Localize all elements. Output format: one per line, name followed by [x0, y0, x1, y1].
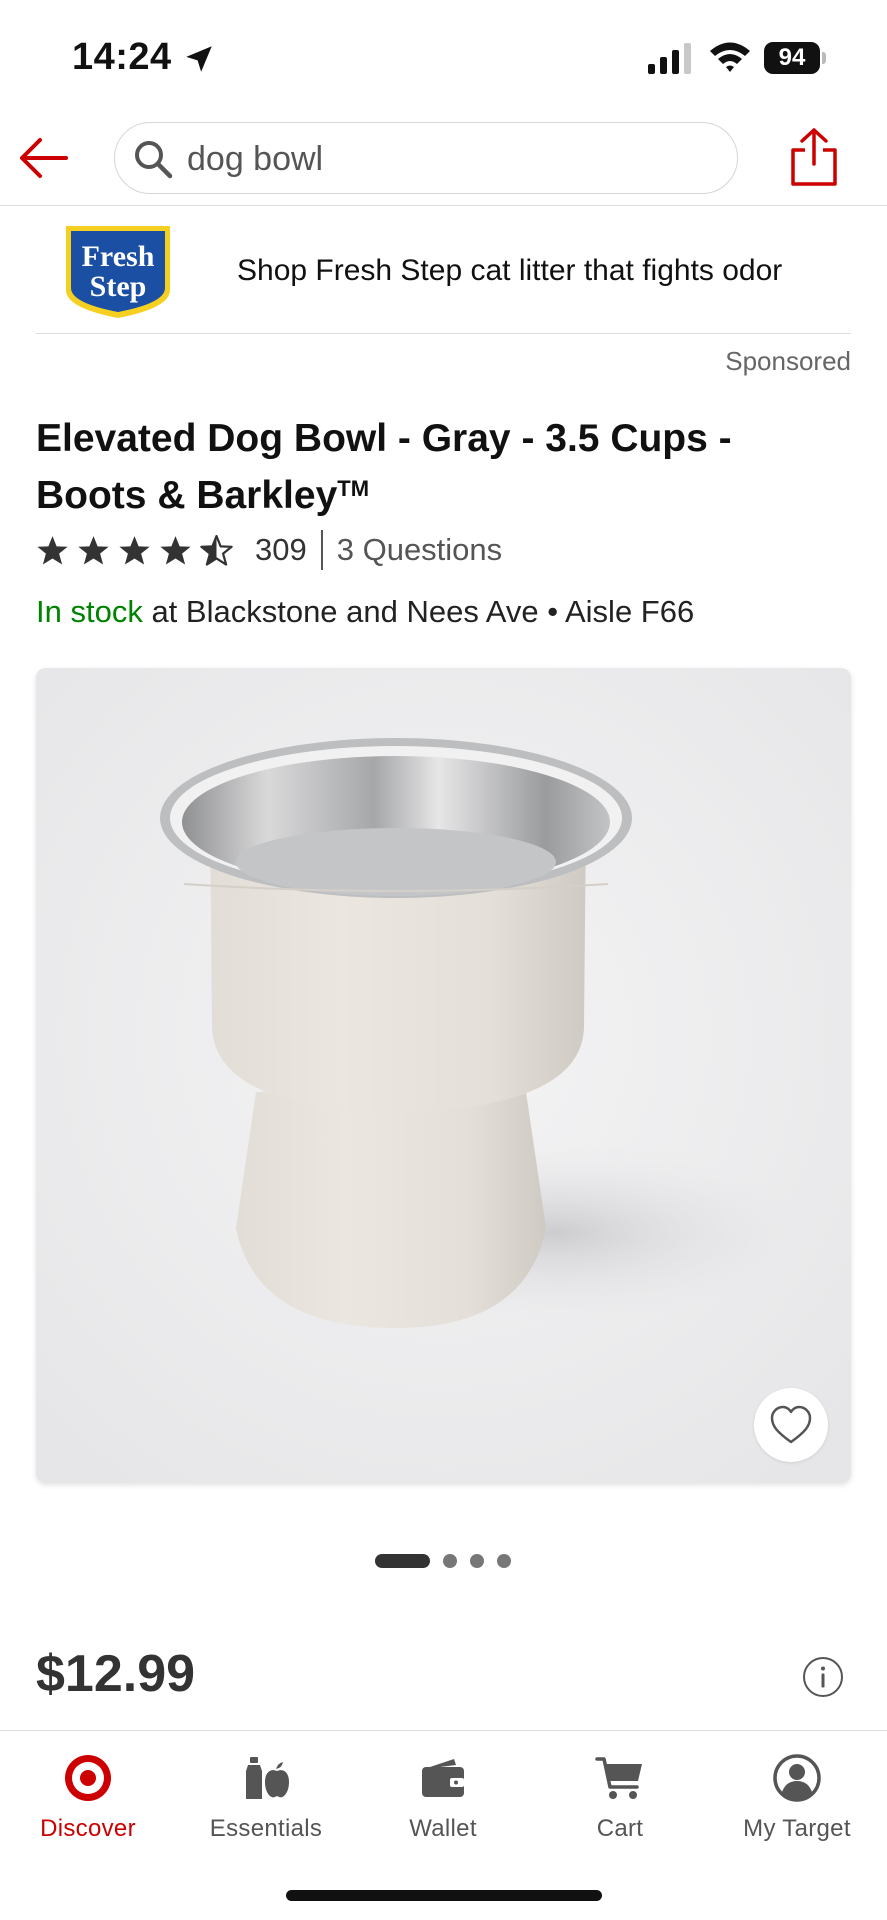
nav-cart[interactable]: Cart: [535, 1751, 705, 1861]
trademark-symbol: TM: [337, 476, 370, 501]
target-bullseye-icon: [65, 1755, 111, 1801]
product-image-carousel[interactable]: [36, 668, 851, 1483]
status-time: 14:24: [72, 36, 172, 78]
star-full-icon: [160, 535, 191, 565]
star-full-icon: [119, 535, 150, 565]
svg-text:Fresh: Fresh: [82, 240, 155, 273]
sponsored-label: Sponsored: [725, 346, 851, 376]
nav-essentials[interactable]: Essentials: [181, 1751, 351, 1861]
home-indicator[interactable]: [286, 1890, 602, 1901]
sponsored-ad-banner[interactable]: Fresh Step Shop Fresh Step cat litter th…: [36, 206, 851, 334]
battery-indicator: 94: [764, 42, 826, 74]
star-full-icon: [37, 535, 68, 565]
carousel-dot[interactable]: [470, 1554, 484, 1568]
nav-label: Wallet: [409, 1815, 477, 1842]
search-bar[interactable]: dog bowl: [114, 122, 738, 194]
star-half-icon: [200, 534, 233, 566]
rating-row[interactable]: 309 3 Questions: [36, 528, 502, 572]
product-price: $12.99: [36, 1645, 196, 1703]
stock-status[interactable]: In stock at Blackstone and Nees Ave • Ai…: [36, 594, 694, 630]
battery-tip: [822, 52, 826, 64]
store-aisle-location: at Blackstone and Nees Ave • Aisle F66: [142, 594, 695, 629]
cart-icon: [595, 1757, 642, 1799]
heart-icon: [770, 1405, 812, 1444]
nav-discover[interactable]: Discover: [3, 1751, 173, 1861]
nav-label: Discover: [40, 1815, 136, 1842]
star-rating[interactable]: [36, 534, 233, 567]
svg-text:Step: Step: [90, 270, 147, 303]
product-image: [36, 668, 851, 1483]
info-icon[interactable]: [802, 1656, 844, 1698]
back-arrow-icon[interactable]: [16, 132, 70, 184]
share-icon[interactable]: [788, 126, 840, 188]
cellular-signal-icon: [648, 43, 691, 74]
carousel-dot-active[interactable]: [375, 1554, 430, 1568]
carousel-dot[interactable]: [443, 1554, 457, 1568]
wifi-icon: [710, 42, 750, 72]
status-bar: 14:24 94: [0, 0, 887, 110]
carousel-dot[interactable]: [497, 1554, 511, 1568]
search-input[interactable]: dog bowl: [187, 140, 323, 179]
nav-wallet[interactable]: Wallet: [358, 1751, 528, 1861]
rating-divider: [320, 530, 323, 570]
nav-my-target[interactable]: My Target: [712, 1751, 882, 1861]
battery-level: 94: [764, 42, 820, 74]
account-icon: [773, 1754, 821, 1802]
product-title: Elevated Dog Bowl - Gray - 3.5 Cups - Bo…: [36, 414, 836, 521]
nav-label: My Target: [743, 1815, 851, 1842]
search-icon: [135, 141, 173, 179]
review-count[interactable]: 309: [255, 532, 307, 568]
star-full-icon: [78, 535, 109, 565]
nav-label: Cart: [596, 1815, 644, 1842]
wallet-icon: [422, 1759, 464, 1797]
in-stock-label: In stock: [36, 594, 143, 629]
product-title-text: Elevated Dog Bowl - Gray - 3.5 Cups - Bo…: [36, 417, 732, 517]
essentials-icon: [246, 1757, 289, 1799]
ad-text: Shop Fresh Step cat litter that fights o…: [237, 254, 783, 287]
nav-label: Essentials: [209, 1815, 323, 1842]
header-bar: dog bowl: [0, 110, 887, 206]
location-arrow-icon: [186, 46, 212, 72]
questions-link[interactable]: 3 Questions: [337, 532, 502, 568]
favorite-button[interactable]: [754, 1388, 828, 1462]
carousel-indicator[interactable]: [375, 1554, 511, 1568]
fresh-step-logo: Fresh Step: [66, 226, 170, 318]
